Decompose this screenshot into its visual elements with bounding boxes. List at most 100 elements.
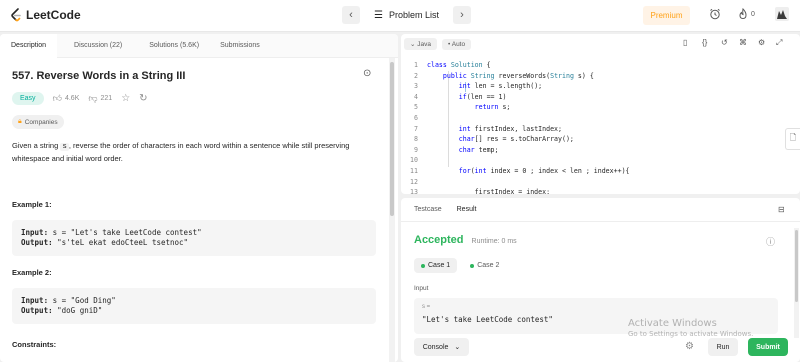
tab-submissions[interactable]: Submissions xyxy=(210,34,271,58)
pass-dot-icon xyxy=(470,263,475,268)
problem-list-button[interactable]: ☰ Problem List xyxy=(368,10,445,21)
line-number: 6 xyxy=(414,113,418,122)
code-area[interactable]: 1 class Solution {2 public String reverse… xyxy=(401,60,781,194)
line-number: 8 xyxy=(414,135,418,144)
chevron-right-icon: › xyxy=(460,9,464,21)
leetcode-logo[interactable]: LeetCode xyxy=(10,8,81,22)
prev-problem-button[interactable]: ‹ xyxy=(342,6,360,24)
tab-solutions[interactable]: Solutions (5.6K) xyxy=(133,34,210,58)
collapse-panel-icon[interactable]: ⊟ xyxy=(778,205,785,214)
submit-button[interactable]: Submit xyxy=(748,338,788,356)
list-icon: ☰ xyxy=(374,9,383,21)
code-line[interactable]: 7 int firstIndex, lastIndex; xyxy=(401,124,781,135)
scrollbar-thumb[interactable] xyxy=(390,62,394,216)
code-line[interactable]: 9 char temp; xyxy=(401,145,781,156)
thumbs-down-icon: 👎︎ xyxy=(88,93,98,103)
code-line[interactable]: 6 xyxy=(401,113,781,124)
like-button[interactable]: 👍︎ 4.6K xyxy=(53,93,80,104)
chevron-down-icon: ⌄ xyxy=(454,344,461,351)
line-number: 7 xyxy=(414,124,418,133)
code-text: for(int index = 0 ; index < len ; index+… xyxy=(458,166,630,175)
console-button[interactable]: Console ⌄ xyxy=(414,338,469,356)
next-problem-button[interactable]: › xyxy=(453,6,471,24)
example-1-output-label: Output: xyxy=(21,238,53,247)
document-icon: 🗋︎ xyxy=(789,133,797,142)
braces-icon[interactable]: {} xyxy=(702,38,707,47)
bookmark-icon[interactable]: ▯ xyxy=(683,38,687,47)
autocomplete-toggle[interactable]: • Auto xyxy=(442,38,472,50)
tab-testcase[interactable]: Testcase xyxy=(401,206,449,213)
code-line[interactable]: 5 return s; xyxy=(401,102,781,113)
inline-code-s: s xyxy=(60,143,69,151)
input-var-name: s = xyxy=(422,304,431,310)
reset-icon[interactable]: ↺ xyxy=(721,38,728,47)
code-line[interactable]: 12 xyxy=(401,177,781,188)
problem-statement: Given a string s, reverse the order of c… xyxy=(12,140,382,164)
settings-icon[interactable]: ⚙ xyxy=(758,38,765,47)
fullscreen-icon[interactable]: ⤢ xyxy=(776,38,782,48)
premium-button[interactable]: Premium xyxy=(643,6,690,25)
fire-icon xyxy=(739,8,747,20)
tab-description[interactable]: Description xyxy=(0,34,58,58)
code-text: return s; xyxy=(474,103,511,112)
scrollbar-thumb[interactable] xyxy=(795,230,798,302)
activate-windows-watermark: Activate Windows Go to Settings to activ… xyxy=(628,318,753,338)
example-1-input-label: Input: xyxy=(21,228,49,237)
alarm-clock-icon[interactable] xyxy=(709,8,721,23)
case-1-tab[interactable]: Case 1 xyxy=(414,258,458,273)
watermark-subtitle: Go to Settings to activate Windows. xyxy=(628,330,754,338)
top-navbar: LeetCode ‹ ☰ Problem List › Premium 0 xyxy=(0,0,800,32)
code-line[interactable]: 4 if(len == 1) xyxy=(401,92,781,103)
case-2-tab[interactable]: Case 2 xyxy=(463,258,506,273)
code-text: firstIndex = index; xyxy=(427,188,551,194)
left-tabs: Description Discussion (22) Solutions (5… xyxy=(0,34,398,58)
code-line[interactable]: 1 class Solution { xyxy=(401,60,781,71)
code-text: public String reverseWords(String s) { xyxy=(442,71,594,80)
autocomplete-label: Auto xyxy=(451,40,466,48)
example-1-heading: Example 1: xyxy=(12,200,52,209)
example-2-output-label: Output: xyxy=(21,306,53,315)
case-tabs: Case 1 Case 2 xyxy=(414,258,506,273)
user-avatar[interactable] xyxy=(775,7,789,24)
share-icon[interactable]: ↻ xyxy=(139,93,147,104)
line-number: 2 xyxy=(414,71,418,80)
difficulty-badge: Easy xyxy=(12,92,44,105)
code-text: int firstIndex, lastIndex; xyxy=(458,124,562,133)
run-button[interactable]: Run xyxy=(708,338,738,356)
code-line[interactable]: 10 xyxy=(401,155,781,166)
shortcut-icon[interactable]: ⌘ xyxy=(739,38,747,47)
code-line[interactable]: 8 char[] res = s.toCharArray(); xyxy=(401,134,781,145)
dislike-button[interactable]: 👎︎ 221 xyxy=(88,93,112,104)
logo-text: LeetCode xyxy=(26,8,81,22)
tab-result[interactable]: Result xyxy=(449,206,484,213)
star-icon[interactable]: ☆ xyxy=(121,93,130,104)
code-text: char temp; xyxy=(458,145,499,154)
description-scrollbar[interactable] xyxy=(389,58,395,362)
thumbs-up-icon: 👍︎ xyxy=(52,93,62,103)
companies-tag[interactable]: 🔒︎ Companies xyxy=(12,115,64,129)
note-side-button[interactable]: 🗋︎ xyxy=(785,128,800,150)
help-icon[interactable]: ⓘ xyxy=(766,235,775,248)
pass-dot-icon xyxy=(421,263,425,268)
example-2-heading: Example 2: xyxy=(12,268,52,277)
streak-counter[interactable]: 0 xyxy=(738,8,755,20)
problem-title: 557. Reverse Words in a String III xyxy=(12,70,186,82)
tab-discussion[interactable]: Discussion (22) xyxy=(57,34,133,58)
code-line[interactable]: 11 for(int index = 0 ; index < len ; ind… xyxy=(401,166,781,177)
result-scrollbar[interactable] xyxy=(794,228,799,338)
streak-count: 0 xyxy=(751,10,755,18)
line-number: 13 xyxy=(410,188,418,194)
code-line[interactable]: 3 int len = s.length(); xyxy=(401,81,781,92)
code-line[interactable]: 13 firstIndex = index; xyxy=(401,187,781,194)
language-select[interactable]: ⌄ Java xyxy=(404,38,437,50)
info-icon[interactable]: ⊙ xyxy=(363,68,371,79)
input-label: Input xyxy=(414,285,429,292)
line-number: 5 xyxy=(414,103,418,112)
line-number: 1 xyxy=(414,61,418,69)
dislike-count: 221 xyxy=(100,95,113,102)
problem-meta: Easy 👍︎ 4.6K 👎︎ 221 ☆ ↻ xyxy=(12,92,382,105)
result-status: Accepted Runtime: 0 ms xyxy=(414,234,517,246)
settings-icon[interactable]: ⚙ xyxy=(685,341,694,352)
description-panel: Description Discussion (22) Solutions (5… xyxy=(0,34,398,362)
code-line[interactable]: 2 public String reverseWords(String s) { xyxy=(401,71,781,82)
